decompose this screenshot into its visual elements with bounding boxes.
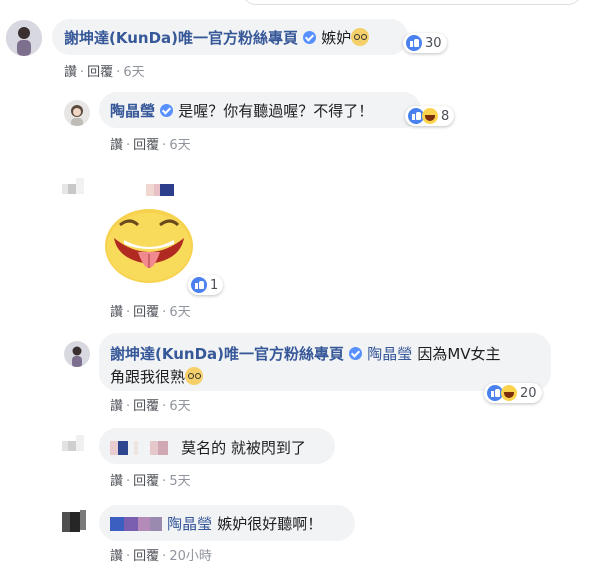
nerd-face-emoji — [185, 367, 204, 385]
like-link[interactable]: 讚 — [110, 549, 123, 564]
comment-time[interactable]: 6天 — [123, 65, 144, 80]
separator-dot: · — [126, 305, 131, 320]
like-link[interactable]: 讚 — [110, 474, 123, 489]
haha-reaction-icon — [501, 385, 517, 401]
reaction-count-pill[interactable]: 1 — [188, 275, 224, 295]
comment-time[interactable]: 20小時 — [169, 549, 212, 564]
blurred-avatar[interactable] — [62, 510, 88, 534]
verified-badge-icon — [349, 347, 363, 360]
nerd-face-emoji — [351, 28, 370, 46]
verified-badge-icon — [303, 31, 317, 44]
reaction-count-pill[interactable]: 30 — [403, 33, 447, 53]
reply-link[interactable]: 回覆 — [133, 138, 159, 153]
reply-link[interactable]: 回覆 — [133, 399, 159, 414]
tongue-out-sticker — [104, 208, 194, 284]
like-reaction-icon — [191, 277, 207, 293]
blurred-author-name[interactable] — [110, 516, 162, 535]
comment-time[interactable]: 5天 — [169, 474, 190, 489]
separator-dot: · — [80, 65, 85, 80]
blurred-avatar[interactable] — [62, 176, 88, 196]
previous-comment-box-edge — [242, 0, 582, 5]
comment-author[interactable]: 謝坤達(KunDa)唯一官方粉絲專頁 — [110, 345, 344, 363]
verified-badge-icon — [160, 104, 174, 117]
separator-dot: · — [162, 549, 167, 564]
separator-dot: · — [126, 474, 131, 489]
reaction-count: 1 — [210, 277, 219, 293]
reply-link[interactable]: 回覆 — [133, 305, 159, 320]
comment-text: 嫉妒很好聽啊！ — [217, 515, 323, 533]
reaction-count-pill[interactable]: 8 — [405, 106, 455, 126]
comment-time[interactable]: 6天 — [169, 138, 190, 153]
comment-time[interactable]: 6天 — [169, 399, 190, 414]
comment-time[interactable]: 6天 — [169, 305, 190, 320]
like-link[interactable]: 讚 — [64, 65, 77, 80]
mention-link[interactable]: 陶晶瑩 — [167, 515, 212, 533]
reaction-count: 30 — [425, 35, 442, 51]
comment-author[interactable]: 謝坤達(KunDa)唯一官方粉絲專頁 — [64, 29, 298, 47]
comment-text: 莫名的 就被閃到了 — [181, 439, 306, 457]
person-avatar-icon — [64, 341, 90, 367]
separator-dot: · — [162, 399, 167, 414]
separator-dot: · — [126, 399, 131, 414]
comment-text-continued: 角跟我很熟 — [110, 368, 186, 386]
like-link[interactable]: 讚 — [110, 305, 123, 320]
blurred-avatar[interactable] — [62, 435, 88, 455]
separator-dot: · — [126, 138, 131, 153]
mention-link[interactable]: 陶晶瑩 — [367, 345, 412, 363]
separator-dot: · — [162, 138, 167, 153]
comment-text: 因為MV女主 — [417, 345, 501, 363]
comment-text: 是喔？你有聽過喔？不得了！ — [178, 102, 374, 120]
separator-dot: · — [116, 65, 121, 80]
like-link[interactable]: 讚 — [110, 138, 123, 153]
blurred-author-name[interactable] — [146, 181, 174, 196]
separator-dot: · — [126, 549, 131, 564]
reaction-count: 8 — [441, 108, 450, 124]
avatar-kunda[interactable] — [64, 341, 90, 367]
person-avatar-icon — [6, 20, 42, 56]
blurred-author-name[interactable] — [110, 440, 176, 459]
avatar-tao[interactable] — [64, 100, 90, 126]
reply-link[interactable]: 回覆 — [133, 549, 159, 564]
reply-link[interactable]: 回覆 — [87, 65, 113, 80]
reaction-count: 20 — [520, 385, 537, 401]
avatar-kunda[interactable] — [6, 20, 42, 56]
like-reaction-icon — [406, 35, 422, 51]
separator-dot: · — [162, 305, 167, 320]
reply-link[interactable]: 回覆 — [133, 474, 159, 489]
comment-author[interactable]: 陶晶瑩 — [110, 102, 155, 120]
separator-dot: · — [162, 474, 167, 489]
reaction-count-pill[interactable]: 20 — [484, 383, 542, 403]
like-link[interactable]: 讚 — [110, 399, 123, 414]
person-avatar-icon — [64, 100, 90, 126]
haha-reaction-icon — [422, 108, 438, 124]
comment-text: 嫉妒 — [321, 29, 352, 47]
